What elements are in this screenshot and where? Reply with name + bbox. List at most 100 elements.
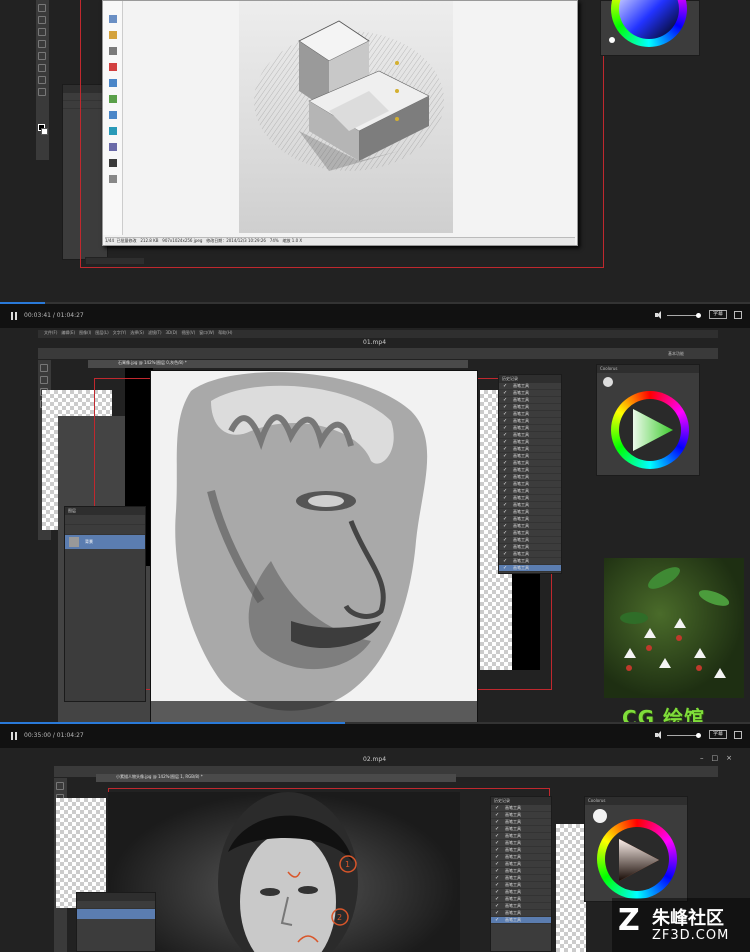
layers-panel-title: 图层 (65, 507, 145, 515)
history-item[interactable]: 画笔工具 (499, 481, 561, 488)
history-item[interactable]: 画笔工具 (499, 383, 561, 390)
history-item[interactable]: 画笔工具 (499, 502, 561, 509)
workspace-label[interactable]: 基本功能 (668, 351, 684, 356)
layer-row[interactable] (77, 909, 155, 919)
history-item[interactable]: 画笔工具 (499, 544, 561, 551)
history-item[interactable]: 画笔工具 (499, 495, 561, 502)
history-item[interactable]: 画笔工具 (499, 453, 561, 460)
history-item[interactable]: 画笔工具 (499, 460, 561, 467)
history-item[interactable]: 画笔工具 (499, 390, 561, 397)
ps-toolbar (36, 0, 50, 160)
fullscreen-icon[interactable] (734, 311, 742, 319)
history-item[interactable]: 画笔工具 (491, 826, 551, 833)
history-item[interactable]: 画笔工具 (499, 474, 561, 481)
history-item[interactable]: 画笔工具 (491, 868, 551, 875)
color-wheel[interactable] (611, 0, 687, 47)
history-item[interactable]: 画笔工具 (491, 903, 551, 910)
ps-options-bar: 基本功能 (38, 348, 718, 360)
history-item[interactable]: 画笔工具 (499, 425, 561, 432)
history-item[interactable]: 画笔工具 (491, 917, 551, 924)
history-item[interactable]: 画笔工具 (499, 530, 561, 537)
layers-panel-3 (76, 892, 156, 952)
lasso-tool-icon[interactable] (38, 28, 46, 36)
history-item[interactable]: 画笔工具 (491, 889, 551, 896)
history-list: 画笔工具画笔工具画笔工具画笔工具画笔工具画笔工具画笔工具画笔工具画笔工具画笔工具… (491, 805, 551, 924)
history-item[interactable]: 画笔工具 (499, 446, 561, 453)
gradient-tool-icon[interactable] (38, 64, 46, 72)
history-panel-title: 历史记录 (491, 797, 551, 805)
history-item[interactable]: 画笔工具 (499, 467, 561, 474)
move-tool-icon[interactable] (40, 364, 48, 372)
history-item[interactable]: 画笔工具 (491, 875, 551, 882)
history-item[interactable]: 画笔工具 (491, 805, 551, 812)
move-tool-icon[interactable] (56, 782, 64, 790)
volume-knob[interactable] (696, 733, 701, 738)
site-name-en: ZF3D.COM (652, 928, 730, 943)
window-controls[interactable]: –□× (700, 754, 740, 762)
layer-row[interactable]: 背景 (65, 535, 145, 549)
history-item[interactable]: 画笔工具 (491, 819, 551, 826)
history-panel-3: 历史记录 画笔工具画笔工具画笔工具画笔工具画笔工具画笔工具画笔工具画笔工具画笔工… (490, 796, 552, 952)
marquee-tool-icon[interactable] (38, 16, 46, 24)
volume-slider[interactable] (667, 735, 699, 736)
history-item[interactable]: 画笔工具 (491, 833, 551, 840)
history-item[interactable]: 画笔工具 (491, 840, 551, 847)
history-item[interactable]: 画笔工具 (499, 516, 561, 523)
color-wheel-2[interactable] (611, 391, 689, 469)
history-item[interactable]: 画笔工具 (499, 558, 561, 565)
layer-name: 背景 (85, 539, 93, 544)
history-item[interactable]: 画笔工具 (499, 565, 561, 572)
eraser-tool-icon[interactable] (38, 52, 46, 60)
history-item[interactable]: 画笔工具 (499, 439, 561, 446)
history-item[interactable]: 画笔工具 (491, 847, 551, 854)
pause-icon[interactable] (10, 312, 18, 320)
fullscreen-icon[interactable] (734, 731, 742, 739)
history-item[interactable]: 画笔工具 (499, 488, 561, 495)
history-item[interactable]: 画笔工具 (491, 896, 551, 903)
history-item[interactable]: 画笔工具 (499, 537, 561, 544)
marquee-tool-icon[interactable] (40, 376, 48, 384)
volume-knob[interactable] (696, 313, 701, 318)
volume-slider[interactable] (667, 315, 699, 316)
zf3d-watermark: Z 朱峰社区 ZF3D.COM (612, 898, 750, 952)
history-item[interactable]: 画笔工具 (499, 509, 561, 516)
progress-bar[interactable] (0, 722, 345, 724)
history-item[interactable]: 画笔工具 (499, 432, 561, 439)
subtitle-button[interactable]: 字幕 (709, 730, 727, 739)
layers-panel-2: 图层 背景 (64, 506, 146, 702)
pen-tool-icon[interactable] (38, 76, 46, 84)
plaster-head-painting (150, 370, 478, 724)
pause-icon[interactable] (10, 732, 18, 740)
history-item[interactable]: 画笔工具 (491, 854, 551, 861)
history-item[interactable]: 画笔工具 (499, 418, 561, 425)
hand-tool-icon[interactable] (38, 88, 46, 96)
color-wheel-3[interactable] (597, 819, 677, 899)
move-tool-icon[interactable] (38, 4, 46, 12)
time-readout: 00:03:41 / 01:04:27 (24, 312, 84, 319)
history-item[interactable]: 画笔工具 (499, 397, 561, 404)
foreground-swatch[interactable] (593, 809, 607, 823)
color-swap-icon[interactable] (609, 37, 615, 43)
volume-icon[interactable] (655, 731, 663, 739)
annotation-1: 1 (345, 860, 350, 869)
history-item[interactable]: 画笔工具 (499, 411, 561, 418)
foreground-swatch[interactable] (603, 377, 613, 387)
video-controls-2: 00:35:00 / 01:04:27 字幕 (0, 722, 750, 748)
history-item[interactable]: 画笔工具 (491, 882, 551, 889)
document-tab[interactable]: 小素描人物头像.jpg @ 142%(图层 1, RGB/8) * (96, 774, 456, 782)
history-item[interactable]: 画笔工具 (499, 551, 561, 558)
color-panel-2: Coolorus (596, 364, 700, 476)
history-item[interactable]: 画笔工具 (491, 861, 551, 868)
background-color-swatch[interactable] (41, 128, 48, 135)
progress-bar[interactable] (0, 302, 45, 304)
document-tab[interactable]: 石膏像.jpg @ 142%(图层 0,灰色/8) * (88, 360, 468, 368)
video-frame-3: 02.mp4 –□× 小素描人物头像.jpg @ 142%(图层 1, RGB/… (0, 748, 750, 952)
history-item[interactable]: 画笔工具 (499, 404, 561, 411)
video-frame-2: 文件(F) 编辑(E) 图像(I) 图层(L) 文字(Y) 选择(S) 滤镜(T… (0, 330, 750, 748)
history-item[interactable]: 画笔工具 (491, 812, 551, 819)
brush-tool-icon[interactable] (38, 40, 46, 48)
history-item[interactable]: 画笔工具 (499, 523, 561, 530)
history-item[interactable]: 画笔工具 (491, 910, 551, 917)
volume-icon[interactable] (655, 311, 663, 319)
subtitle-button[interactable]: 字幕 (709, 310, 727, 319)
